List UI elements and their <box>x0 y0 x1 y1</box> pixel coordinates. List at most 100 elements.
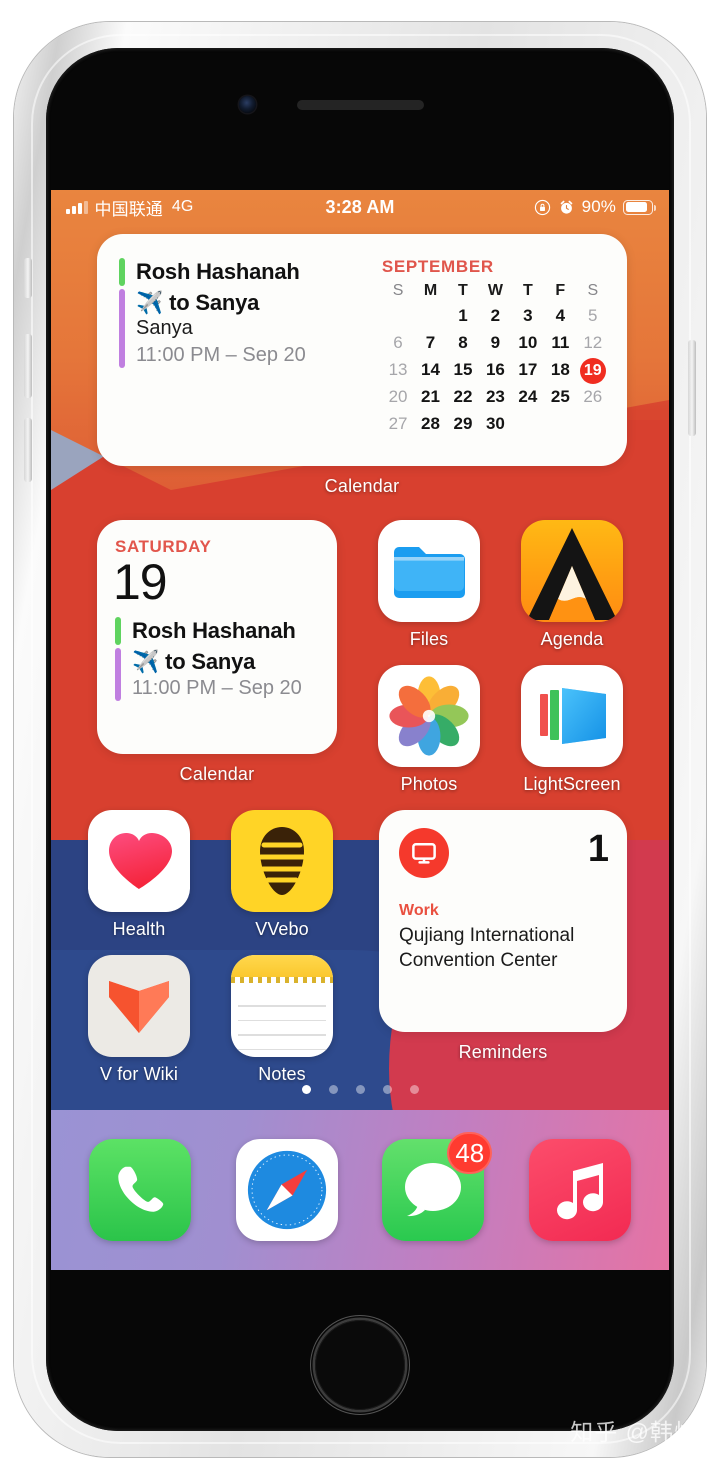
app-label: V for Wiki <box>99 1064 178 1084</box>
day-cell <box>382 304 414 328</box>
event-time: 11:00 PM – Sep 20 <box>132 677 302 699</box>
day-cell: 21 <box>421 387 440 406</box>
day-cell: 30 <box>485 414 505 433</box>
dow-label: S <box>392 282 404 299</box>
dock: 48 <box>51 1110 669 1270</box>
widget-reminders[interactable]: 1 Work Qujiang International Convention … <box>379 810 627 1032</box>
calendar-month-label: SEPTEMBER <box>381 257 494 276</box>
day-cell: 18 <box>550 360 570 379</box>
event-title: Rosh Hashanah <box>132 618 296 643</box>
event-title: ✈️ to Sanya <box>136 289 260 315</box>
event-color-bar <box>115 647 121 701</box>
app-label: Files <box>409 629 449 649</box>
dow-label: S <box>587 282 599 299</box>
day-cell: 11 <box>551 333 570 352</box>
today-number: 19 <box>579 358 606 384</box>
dock-app-phone[interactable] <box>85 1139 195 1241</box>
volume-up-button[interactable] <box>24 334 32 398</box>
app-health[interactable]: Health <box>84 810 194 940</box>
widget-label-reminders: Reminders <box>458 1042 548 1062</box>
page-dot-1[interactable] <box>301 1085 311 1094</box>
app-lightscreen[interactable]: LightScreen <box>517 665 627 795</box>
day-cell: 16 <box>485 360 505 379</box>
event-title: ✈️ to Sanya <box>132 648 256 674</box>
dow-label: T <box>458 282 468 299</box>
app-photos[interactable]: Photos <box>374 665 484 795</box>
event-color-bar <box>115 617 121 645</box>
phone-screen: 中国联通 4G 3:28 AM 90% Rosh Hashanah ✈️ to … <box>51 190 669 1270</box>
day-cell <box>544 412 576 436</box>
app-label: Agenda <box>540 629 604 649</box>
power-button[interactable] <box>688 340 696 436</box>
page-indicator[interactable] <box>51 1085 669 1094</box>
event-time: 11:00 PM – Sep 20 <box>136 343 306 366</box>
day-cell: 8 <box>458 333 468 352</box>
day-cell <box>512 412 544 436</box>
front-camera <box>239 96 256 113</box>
day-cell: 22 <box>453 387 473 406</box>
agenda-mountain-icon <box>521 520 623 622</box>
vforwiki-chevron-icon <box>88 955 190 1057</box>
day-cell-today: 19 <box>577 358 609 384</box>
display-monitor-icon <box>399 828 449 878</box>
calendar-date-number: 19 <box>113 554 168 610</box>
notes-header-strip <box>231 955 333 977</box>
app-notes[interactable]: Notes <box>227 955 337 1085</box>
dock-app-safari[interactable] <box>232 1139 342 1241</box>
page-dot-3[interactable] <box>355 1085 365 1094</box>
home-button[interactable] <box>310 1315 410 1415</box>
day-cell: 6 <box>393 333 403 352</box>
calendar-event: Rosh Hashanah <box>119 258 374 286</box>
app-label: Health <box>112 919 166 939</box>
day-cell: 17 <box>518 360 538 379</box>
event-title: Rosh Hashanah <box>136 259 300 284</box>
silent-switch[interactable] <box>24 258 32 298</box>
day-cell: 24 <box>518 387 538 406</box>
app-vvebo[interactable]: VVebo <box>227 810 337 940</box>
event-location: Sanya <box>136 317 193 339</box>
app-v-for-wiki[interactable]: V for Wiki <box>84 955 194 1085</box>
day-cell: 7 <box>425 333 436 352</box>
widget-calendar-large[interactable]: Rosh Hashanah ✈️ to Sanya Sanya 11:00 PM… <box>97 234 627 466</box>
screenshot-root: 中国联通 4G 3:28 AM 90% Rosh Hashanah ✈️ to … <box>0 0 720 1479</box>
calendar-event: ✈️ to Sanya Sanya 11:00 PM – Sep 20 <box>119 288 374 368</box>
music-note-icon <box>528 1139 631 1241</box>
page-dot-5[interactable] <box>409 1085 419 1094</box>
earpiece-speaker <box>297 100 424 110</box>
dow-label: W <box>487 282 503 299</box>
reminder-item: Qujiang International Convention Center <box>399 925 575 972</box>
day-cell: 26 <box>583 387 603 406</box>
dow-label: M <box>423 282 438 299</box>
day-cell: 1 <box>458 306 468 325</box>
day-cell: 14 <box>421 360 440 379</box>
event-color-bar <box>119 258 125 286</box>
day-cell: 15 <box>453 360 473 379</box>
app-label: LightScreen <box>523 774 621 794</box>
calendar-event: ✈️ to Sanya 11:00 PM – Sep 20 <box>115 647 319 701</box>
phone-handset-icon <box>89 1139 192 1241</box>
app-label: Notes <box>258 1064 306 1084</box>
volume-down-button[interactable] <box>24 418 32 482</box>
calendar-large-events: Rosh Hashanah ✈️ to Sanya Sanya 11:00 PM… <box>119 256 374 452</box>
day-cell: 28 <box>421 414 440 433</box>
day-cell: 5 <box>588 306 598 325</box>
watermark: 知乎 @韩烨 <box>570 1419 698 1445</box>
day-cell: 2 <box>490 306 501 325</box>
app-agenda[interactable]: Agenda <box>517 520 627 650</box>
status-bar-clock: 3:28 AM <box>325 196 395 217</box>
widget-label-calendar-medium: Calendar <box>179 764 255 784</box>
lightscreen-display-icon <box>521 665 623 767</box>
dock-app-messages[interactable]: 48 <box>378 1132 493 1241</box>
page-dot-4[interactable] <box>382 1085 392 1094</box>
page-dot-2[interactable] <box>328 1085 338 1094</box>
dock-app-music[interactable] <box>525 1139 635 1241</box>
app-files[interactable]: Files <box>374 520 484 650</box>
reminders-count: 1 <box>587 828 609 870</box>
day-cell <box>414 304 446 328</box>
widget-calendar-medium[interactable]: SATURDAY 19 Rosh Hashanah ✈️ to Sanya 11… <box>97 520 337 754</box>
notes-ruled-lines <box>231 983 333 1051</box>
files-folder-icon <box>378 520 480 622</box>
day-cell: 12 <box>583 333 603 352</box>
day-cell: 27 <box>388 414 408 433</box>
photos-pinwheel-icon <box>378 665 480 767</box>
